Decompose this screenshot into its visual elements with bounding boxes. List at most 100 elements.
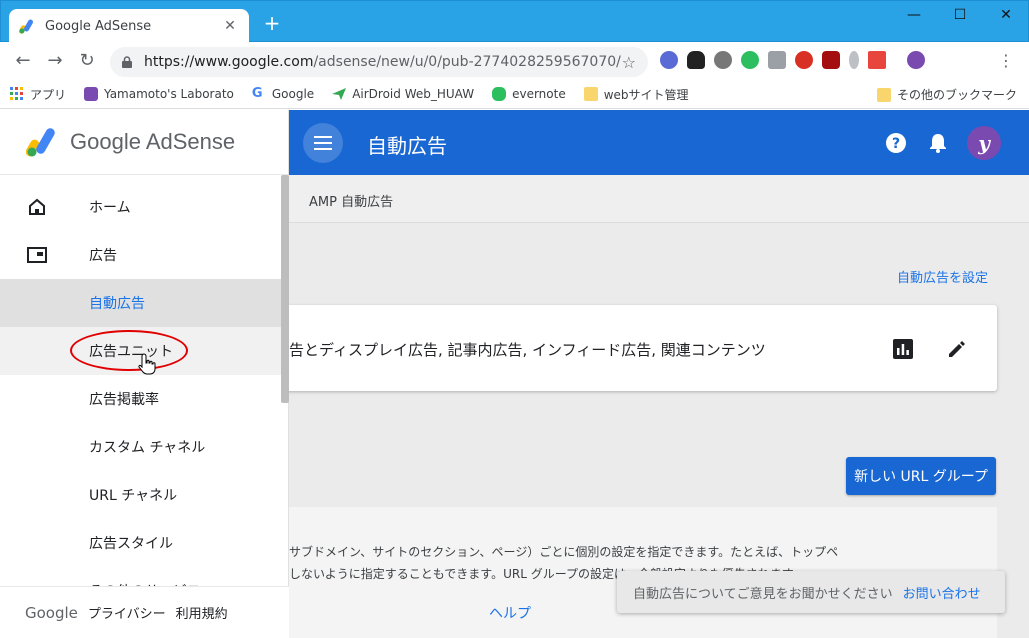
- help-icon[interactable]: ?: [885, 132, 907, 154]
- extension-globe-icon[interactable]: [660, 51, 678, 69]
- extension-evernote-icon[interactable]: [741, 51, 759, 69]
- sidebar-item-ad-styles[interactable]: 広告スタイル: [0, 519, 281, 567]
- sidebar-item-label: 広告: [89, 248, 117, 264]
- bookmark-label: webサイト管理: [603, 87, 689, 102]
- extension-cloud-icon[interactable]: [687, 51, 705, 69]
- sidebar-item-label: 自動広告: [89, 296, 145, 312]
- tab-label: AMP 自動広告: [309, 195, 394, 210]
- lock-icon: [122, 56, 132, 68]
- folder-icon: [583, 87, 598, 101]
- bookmark-yamamoto[interactable]: Yamamoto's Laborato: [84, 87, 234, 101]
- url-path: /adsense/new/u/0/pub-2774028259567070/my…: [313, 54, 621, 70]
- sidebar-item-url-channels[interactable]: URL チャネル: [0, 471, 281, 519]
- feedback-text: 自動広告についてご意見をお聞かせください: [633, 586, 893, 602]
- sidebar-item-coverage[interactable]: 広告掲載率: [0, 375, 281, 423]
- app-bar: 自動広告 ? y: [289, 110, 1029, 175]
- new-tab-button[interactable]: +: [261, 13, 283, 35]
- sidebar-item-label: ホーム: [89, 200, 131, 216]
- evernote-icon: [492, 87, 507, 101]
- other-bookmarks-label: その他のブックマーク: [896, 88, 1017, 102]
- reload-button[interactable]: ↻: [76, 50, 98, 72]
- extension-pin-icon[interactable]: [849, 51, 859, 69]
- bookmark-web-folder[interactable]: webサイト管理: [583, 86, 689, 103]
- airdroid-icon: [332, 88, 347, 100]
- description-line: サブドメイン、サイトのセクション、ページ）ごとに個別の設定を指定できます。たとえ…: [289, 545, 839, 559]
- sidebar-item-label: 広告スタイル: [89, 536, 173, 552]
- hand-pointer-icon: [138, 353, 156, 375]
- sidebar-scrollbar[interactable]: [281, 175, 289, 403]
- menu-button[interactable]: [303, 123, 343, 163]
- footer-google-brand: Google: [25, 603, 78, 622]
- help-link[interactable]: ヘルプ: [489, 603, 531, 623]
- feedback-snackbar: 自動広告についてご意見をお聞かせください お問い合わせ: [617, 571, 1005, 613]
- ads-icon: [27, 247, 47, 263]
- tab-title: Google AdSense: [45, 18, 152, 34]
- amp-auto-ads-tab[interactable]: AMP 自動広告: [289, 175, 1029, 223]
- extension-balls-icon[interactable]: [714, 51, 732, 69]
- bookmarks-bar: アプリ Yamamoto's Laborato G Google AirDroi…: [0, 80, 1029, 109]
- sidebar-item-label: カスタム チャネル: [89, 440, 206, 456]
- bookmark-airdroid[interactable]: AirDroid Web_HUAW: [332, 87, 474, 101]
- sidebar-item-label: 広告掲載率: [89, 392, 159, 408]
- url-host: https://www.google.com: [144, 54, 314, 70]
- footer-privacy-link[interactable]: プライバシー: [88, 603, 166, 622]
- extension-shield-icon[interactable]: [822, 51, 840, 69]
- bookmark-label: AirDroid Web_HUAW: [352, 87, 475, 101]
- back-button[interactable]: ←: [12, 50, 34, 72]
- sidebar-item-home[interactable]: ホーム: [0, 183, 281, 231]
- sidebar-item-label: URL チャネル: [89, 488, 178, 504]
- browser-menu-icon[interactable]: ⋮: [998, 51, 1014, 70]
- bookmark-evernote[interactable]: evernote: [492, 87, 566, 101]
- new-url-group-button[interactable]: 新しい URL グループ: [846, 457, 996, 495]
- sidebar-item-label: 広告ユニット: [89, 344, 173, 360]
- home-icon: [29, 198, 45, 215]
- bookmark-label: Yamamoto's Laborato: [104, 87, 234, 101]
- adsense-logo-icon: [26, 128, 55, 157]
- bar-chart-icon[interactable]: [893, 339, 913, 359]
- bookmark-star-icon[interactable]: ☆: [622, 53, 636, 72]
- logo-text: Google AdSense: [70, 129, 236, 154]
- bookmark-label: Google: [271, 87, 315, 101]
- bookmark-label: evernote: [512, 87, 566, 101]
- bookmark-apps[interactable]: アプリ: [10, 86, 66, 103]
- extension-bird-icon[interactable]: [768, 51, 786, 69]
- sidebar-item-auto-ads[interactable]: 自動広告: [0, 279, 281, 327]
- profile-avatar-icon[interactable]: [907, 51, 925, 69]
- google-icon: G: [251, 86, 263, 101]
- extension-yab-icon[interactable]: [795, 51, 813, 69]
- contact-us-link[interactable]: お問い合わせ: [903, 583, 981, 602]
- auto-ads-settings-link[interactable]: 自動広告を設定: [897, 267, 988, 286]
- adsense-logo[interactable]: Google AdSense: [0, 110, 288, 175]
- edit-pencil-icon[interactable]: [947, 339, 967, 359]
- window-close-button[interactable]: ✕: [983, 7, 1029, 27]
- sidebar-footer: Google プライバシー 利用規約: [0, 586, 289, 638]
- bookmark-google[interactable]: G Google: [251, 86, 315, 102]
- other-bookmarks[interactable]: その他のブックマーク: [876, 86, 1017, 103]
- address-bar[interactable]: https://www.google.com/adsense/new/u/0/p…: [110, 47, 648, 77]
- main-content: AMP 自動広告 自動広告を設定 告とディスプレイ広告, 記事内広告, インフィ…: [289, 175, 1029, 638]
- bookmark-label: アプリ: [30, 87, 67, 102]
- account-avatar[interactable]: y: [967, 126, 1001, 160]
- footer-terms-link[interactable]: 利用規約: [176, 603, 228, 622]
- browser-tab[interactable]: Google AdSense ✕: [9, 9, 249, 43]
- extension-dropper-icon[interactable]: [868, 51, 886, 69]
- sidebar-item-ads[interactable]: 広告: [0, 231, 281, 279]
- folder-icon: [876, 87, 891, 102]
- browser-titlebar: Google AdSense ✕ + — ☐ ✕: [0, 0, 1029, 43]
- bell-icon[interactable]: [927, 132, 949, 154]
- adsense-favicon-icon: [19, 19, 33, 34]
- extensions-row: [660, 51, 925, 69]
- window-minimize-button[interactable]: —: [891, 7, 937, 27]
- url-text: https://www.google.com/adsense/new/u/0/p…: [144, 54, 622, 70]
- svg-text:?: ?: [892, 136, 900, 152]
- sidebar-item-custom-channels[interactable]: カスタム チャネル: [0, 423, 281, 471]
- yamamoto-icon: [84, 87, 99, 101]
- apps-grid-icon: [10, 87, 23, 100]
- tab-close-icon[interactable]: ✕: [221, 18, 239, 34]
- forward-button[interactable]: →: [44, 50, 66, 72]
- browser-toolbar: ← → ↻ https://www.google.com/adsense/new…: [0, 42, 1029, 80]
- page-title: 自動広告: [367, 134, 447, 158]
- window-maximize-button[interactable]: ☐: [937, 7, 983, 27]
- ad-format-card: 告とディスプレイ広告, 記事内広告, インフィード広告, 関連コンテンツ: [289, 305, 997, 391]
- ad-format-list: 告とディスプレイ広告, 記事内広告, インフィード広告, 関連コンテンツ: [289, 341, 766, 359]
